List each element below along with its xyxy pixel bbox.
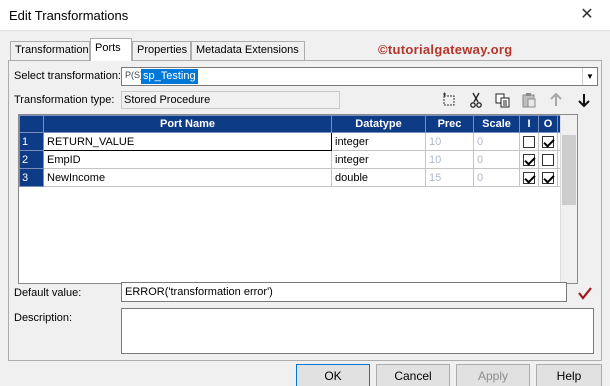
description-field[interactable]	[121, 308, 594, 354]
ok-button[interactable]: OK	[296, 364, 370, 386]
input-checkbox[interactable]	[523, 135, 535, 148]
output-checkbox[interactable]	[542, 171, 554, 184]
prec-cell[interactable]: 10	[425, 132, 474, 151]
row-number[interactable]: 2	[19, 150, 44, 169]
row-number-header	[19, 115, 44, 133]
ports-grid: Port Name Datatype Prec Scale I O R 1RET…	[18, 114, 578, 284]
grid-scrollbar-thumb[interactable]	[562, 135, 576, 205]
help-button[interactable]: Help	[536, 364, 602, 386]
datatype-header[interactable]: Datatype	[331, 115, 426, 133]
ports-table: Port Name Datatype Prec Scale I O R 1RET…	[19, 115, 577, 187]
o-checkbox-cell	[538, 150, 558, 169]
port-name-cell[interactable]: NewIncome	[43, 168, 332, 187]
tab-metadata-extensions[interactable]: Metadata Extensions	[191, 41, 305, 60]
description-label: Description:	[14, 312, 73, 324]
table-row[interactable]: 1 RETURN_VALUE integer 10 0	[19, 132, 577, 151]
window-title: Edit Transformations	[9, 8, 129, 23]
input-header[interactable]: I	[519, 115, 539, 133]
grid-header-row: Port Name Datatype Prec Scale I O R	[19, 115, 577, 133]
input-checkbox[interactable]	[523, 171, 535, 184]
tab-ports[interactable]: Ports	[90, 38, 132, 61]
tab-properties[interactable]: Properties	[132, 41, 191, 60]
output-checkbox[interactable]	[542, 135, 554, 148]
dropdown-arrow-icon[interactable]: ▼	[582, 68, 597, 85]
row-number[interactable]: 3	[19, 168, 44, 187]
default-value-label: Default value:	[14, 287, 82, 299]
cancel-button[interactable]: Cancel	[376, 364, 450, 386]
new-port-icon[interactable]	[440, 91, 458, 109]
datatype-cell[interactable]: integer	[331, 150, 426, 169]
move-down-icon[interactable]	[575, 91, 593, 109]
cut-icon[interactable]	[467, 91, 485, 109]
paste-icon[interactable]	[520, 91, 538, 109]
select-transformation-value: sp_Testing	[141, 69, 198, 84]
apply-button[interactable]: Apply	[456, 364, 530, 386]
o-checkbox-cell	[538, 132, 558, 151]
transformation-type-field: Stored Procedure	[121, 91, 340, 109]
default-value-field[interactable]: ERROR('transformation error')	[121, 282, 567, 302]
prec-cell[interactable]: 10	[425, 150, 474, 169]
i-checkbox-cell	[519, 132, 539, 151]
o-checkbox-cell	[538, 168, 558, 187]
scale-cell[interactable]: 0	[473, 168, 520, 187]
port-name-header[interactable]: Port Name	[43, 115, 332, 133]
grid-scrollbar[interactable]	[560, 115, 577, 283]
close-button[interactable]: ✕	[572, 5, 602, 25]
table-row[interactable]: 3 NewIncome double 15 0	[19, 168, 577, 187]
output-checkbox[interactable]	[542, 153, 554, 166]
watermark: ©tutorialgateway.org	[378, 42, 513, 57]
port-name-cell[interactable]: RETURN_VALUE	[43, 132, 332, 151]
i-checkbox-cell	[519, 150, 539, 169]
scale-cell[interactable]: 0	[473, 132, 520, 151]
table-row[interactable]: 2 EmpID integer 10 0	[19, 150, 577, 169]
transformation-type-label: Transformation type:	[14, 94, 115, 106]
move-up-icon[interactable]	[547, 91, 565, 109]
datatype-cell[interactable]: double	[331, 168, 426, 187]
datatype-cell[interactable]: integer	[331, 132, 426, 151]
scale-header[interactable]: Scale	[473, 115, 520, 133]
scale-cell[interactable]: 0	[473, 150, 520, 169]
validate-checkmark-icon[interactable]	[576, 284, 594, 302]
prec-header[interactable]: Prec	[425, 115, 474, 133]
select-transformation-label: Select transformation:	[14, 70, 121, 82]
i-checkbox-cell	[519, 168, 539, 187]
output-header[interactable]: O	[538, 115, 558, 133]
select-transformation-dropdown[interactable]: P(S) sp_Testing ▼	[121, 67, 598, 86]
copy-icon[interactable]	[494, 91, 512, 109]
title-bar: Edit Transformations ✕	[0, 0, 610, 31]
row-number[interactable]: 1	[19, 132, 44, 151]
tab-transformation[interactable]: Transformation	[10, 41, 90, 60]
input-checkbox[interactable]	[523, 153, 535, 166]
prec-cell[interactable]: 15	[425, 168, 474, 187]
port-name-cell[interactable]: EmpID	[43, 150, 332, 169]
